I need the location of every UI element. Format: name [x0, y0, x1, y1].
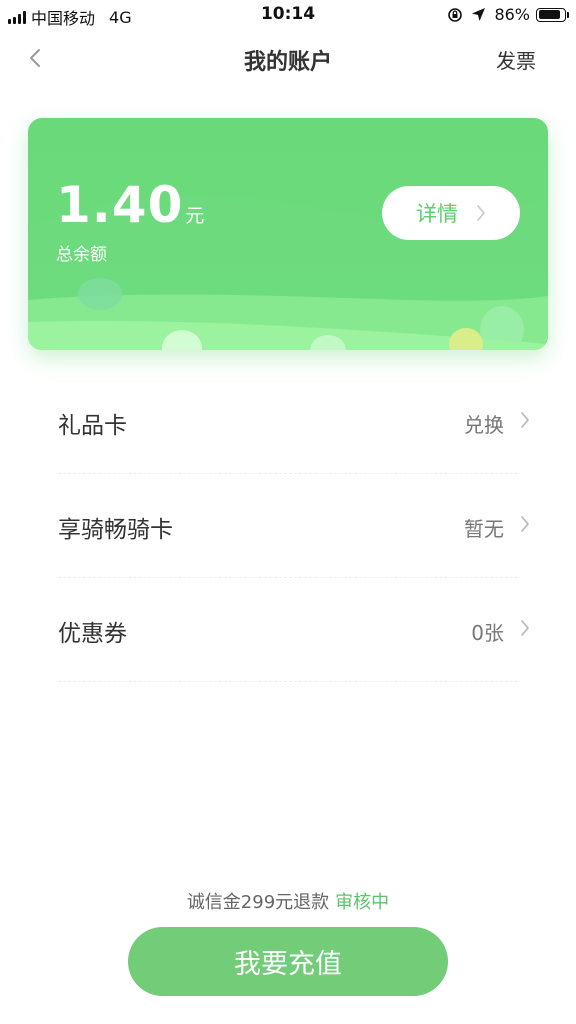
list-item-title: 礼品卡	[58, 413, 127, 439]
chevron-right-icon	[477, 205, 485, 221]
list-item-value: 兑换	[464, 413, 504, 437]
refund-status-link[interactable]: 审核中	[335, 892, 389, 913]
deposit-refund-text: 诚信金299元退款	[186, 892, 330, 913]
chevron-right-icon	[521, 516, 529, 532]
detail-button-label: 详情	[416, 202, 458, 226]
chevron-right-icon	[521, 620, 529, 636]
balance-card: 1.40 元 总余额 详情	[28, 118, 548, 350]
balance-amount: 1.40	[56, 176, 184, 234]
list-item-gift-card[interactable]: 礼品卡 兑换	[58, 370, 529, 474]
balance-unit: 元	[185, 205, 205, 227]
list-item-value: 暂无	[464, 517, 504, 541]
page-title: 我的账户	[243, 50, 332, 75]
battery-icon	[536, 7, 569, 22]
balance-amount-row: 1.40 元	[56, 176, 204, 234]
status-bar-right: 86%	[447, 5, 569, 24]
list-item-value: 0张	[471, 621, 504, 645]
location-arrow-icon	[472, 8, 486, 21]
battery-fill	[538, 10, 560, 19]
deposit-refund-note: 诚信金299元退款 审核中	[0, 888, 576, 914]
status-bar: 中国移动 4G 10:14 86%	[0, 0, 576, 32]
balance-label: 总余额	[56, 245, 107, 265]
invoice-button[interactable]: 发票	[496, 45, 536, 74]
rotation-lock-icon	[448, 7, 463, 22]
account-list: 礼品卡 兑换 享骑畅骑卡 暂无 优惠券 0张	[58, 370, 529, 682]
nav-bar: 我的账户 发票	[0, 36, 576, 80]
list-item-coupons[interactable]: 优惠券 0张	[58, 578, 529, 682]
list-item-title: 优惠券	[58, 621, 127, 647]
list-item-ride-card[interactable]: 享骑畅骑卡 暂无	[58, 474, 529, 578]
recharge-button[interactable]: 我要充值	[128, 927, 448, 996]
list-item-title: 享骑畅骑卡	[58, 517, 173, 543]
battery-percent: 86%	[494, 5, 530, 24]
detail-button[interactable]: 详情	[382, 186, 520, 240]
chevron-right-icon	[521, 412, 529, 428]
